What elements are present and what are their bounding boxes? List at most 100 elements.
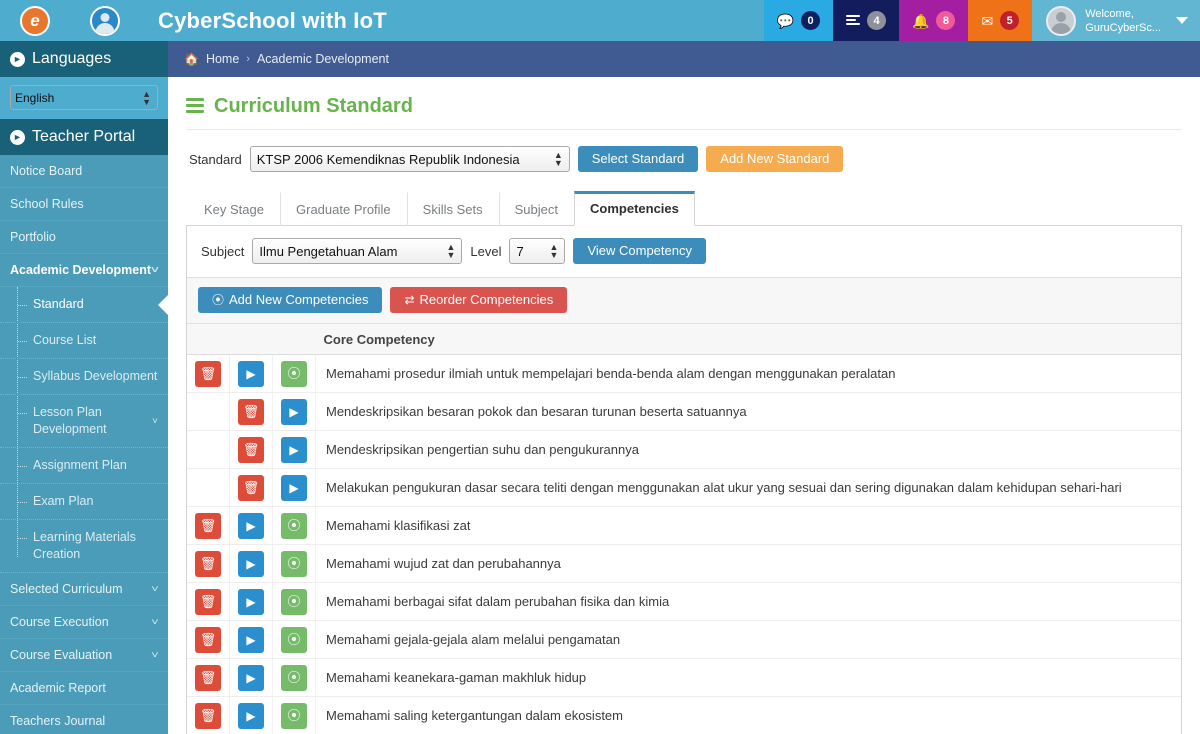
sidebar-subitem-standard[interactable]: Standard: [0, 287, 168, 323]
add-new-competencies-button[interactable]: ⦿ Add New Competencies: [198, 287, 383, 313]
notifications-badge-button[interactable]: 🔔 8: [899, 0, 969, 41]
trash-icon[interactable]: 🗑: [195, 550, 221, 577]
tab-subject[interactable]: Subject: [498, 192, 574, 226]
play-icon[interactable]: ▶: [238, 550, 264, 577]
play-icon[interactable]: ▶: [281, 474, 307, 501]
subject-label: Subject: [201, 243, 245, 259]
trash-icon[interactable]: 🗑: [195, 360, 221, 387]
language-select[interactable]: English: [10, 85, 158, 110]
subject-select[interactable]: Ilmu Pengetahuan Alam: [252, 238, 463, 264]
play-icon[interactable]: ▶: [281, 398, 307, 425]
messages-badge-button[interactable]: ✉ 5: [968, 0, 1033, 41]
plus-circle-icon[interactable]: ⦿: [281, 550, 307, 577]
sidebar-item-portfolio[interactable]: Portfolio: [0, 221, 168, 254]
breadcrumb-home-link[interactable]: Home: [206, 52, 239, 66]
sidebar-subitem-label: Lesson Plan Development: [33, 405, 107, 436]
sidebar-submenu: Standard Course List Syllabus Developmen…: [0, 287, 168, 573]
user-menu[interactable]: Welcome, GuruCyberSc...: [1032, 0, 1200, 41]
table-header-row: Core Competency: [187, 323, 1181, 355]
tab-graduate-profile[interactable]: Graduate Profile: [280, 192, 407, 226]
welcome-label: Welcome,: [1085, 7, 1134, 20]
sidebar-languages-header: ► Languages: [0, 41, 168, 77]
sidebar-item-label: Selected Curriculum: [10, 582, 123, 596]
competency-filter-row: Subject Ilmu Pengetahuan Alam ▲ ▼ Level 7…: [187, 226, 1181, 277]
trash-icon[interactable]: 🗑: [195, 588, 221, 615]
table-row: 🗑 ▶ ⦿ Memahami saling ketergantungan dal…: [187, 696, 1181, 734]
play-icon[interactable]: ▶: [238, 664, 264, 691]
brand-logo[interactable]: e: [0, 5, 70, 36]
add-new-standard-button[interactable]: Add New Standard: [706, 146, 844, 172]
e-logo-icon: e: [20, 5, 50, 36]
plus-circle-icon[interactable]: ⦿: [281, 512, 307, 539]
sidebar-item-course-execution[interactable]: Course Execution ˅: [0, 606, 168, 639]
sidebar-subitem-lesson-plan-development[interactable]: Lesson Plan Development ˅: [0, 395, 168, 448]
competency-text: Mendeskripsikan besaran pokok dan besara…: [315, 392, 1181, 431]
col-action-2: [229, 323, 273, 355]
sidebar-item-selected-curriculum[interactable]: Selected Curriculum ˅: [0, 573, 168, 606]
sidebar-item-label: Academic Report: [10, 681, 106, 695]
trash-icon[interactable]: 🗑: [238, 436, 264, 463]
tab-bar: Key Stage Graduate Profile Skills Sets S…: [186, 191, 1182, 226]
competency-text: Memahami berbagai sifat dalam perubahan …: [315, 582, 1181, 621]
play-icon[interactable]: ▶: [238, 588, 264, 615]
sidebar-item-label: Academic Development: [10, 263, 152, 277]
application-root: e CyberSchool with IoT 💬 0 4 🔔 8 ✉ 5 Wel…: [0, 0, 1200, 734]
plus-circle-icon[interactable]: ⦿: [281, 702, 307, 729]
trash-icon[interactable]: 🗑: [195, 664, 221, 691]
level-select[interactable]: 7: [509, 238, 566, 264]
sidebar-subitem-assignment-plan[interactable]: Assignment Plan: [0, 448, 168, 484]
sidebar-item-school-rules[interactable]: School Rules: [0, 188, 168, 221]
portal-title: Teacher Portal: [32, 128, 136, 145]
play-icon[interactable]: ▶: [281, 436, 307, 463]
sidebar-portal-header: ► Teacher Portal: [0, 119, 168, 155]
play-icon[interactable]: ▶: [238, 702, 264, 729]
sidebar-item-notice-board[interactable]: Notice Board: [0, 155, 168, 188]
reorder-competencies-button[interactable]: ⇄ Reorder Competencies: [390, 287, 568, 313]
sidebar-item-label: Portfolio: [10, 230, 56, 244]
top-header: e CyberSchool with IoT 💬 0 4 🔔 8 ✉ 5 Wel…: [0, 0, 1200, 41]
chat-badge-button[interactable]: 💬 0: [763, 0, 834, 41]
home-icon: 🏠: [184, 52, 199, 66]
play-icon[interactable]: ▶: [238, 360, 264, 387]
sidebar-item-academic-development[interactable]: Academic Development ˅: [0, 254, 168, 287]
caret-down-icon[interactable]: [1176, 17, 1188, 24]
tab-competencies[interactable]: Competencies: [574, 191, 695, 226]
trash-icon[interactable]: 🗑: [195, 702, 221, 729]
col-action-1: [187, 323, 230, 355]
tab-skills-sets[interactable]: Skills Sets: [406, 192, 499, 226]
play-icon[interactable]: ▶: [238, 512, 264, 539]
trash-icon[interactable]: 🗑: [195, 512, 221, 539]
tasks-badge-button[interactable]: 4: [833, 0, 900, 41]
sidebar-subitem-course-list[interactable]: Course List: [0, 323, 168, 359]
sidebar-subitem-learning-materials-creation[interactable]: Learning Materials Creation: [0, 520, 168, 573]
plus-circle-icon[interactable]: ⦿: [281, 588, 307, 615]
notifications-count: 8: [936, 11, 956, 30]
user-circle-logo[interactable]: [70, 5, 140, 36]
plus-circle-icon[interactable]: ⦿: [281, 664, 307, 691]
chevron-right-circle-icon: ►: [10, 129, 25, 145]
play-icon[interactable]: ▶: [238, 626, 264, 653]
trash-icon[interactable]: 🗑: [238, 474, 264, 501]
plus-circle-icon[interactable]: ⦿: [281, 360, 307, 387]
standard-select[interactable]: KTSP 2006 Kemendiknas Republik Indonesia: [249, 146, 570, 172]
tab-key-stage[interactable]: Key Stage: [188, 192, 280, 226]
competencies-table: Core Competency 🗑 ▶ ⦿ Memahami prosedur …: [187, 323, 1181, 734]
view-competency-button[interactable]: View Competency: [573, 238, 706, 264]
select-standard-button[interactable]: Select Standard: [577, 146, 699, 172]
col-core-competency: Core Competency: [315, 323, 1181, 355]
sidebar-item-teachers-journal[interactable]: Teachers Journal: [0, 705, 168, 734]
chevron-down-icon: ˅: [151, 583, 159, 595]
sidebar-item-academic-report[interactable]: Academic Report: [0, 672, 168, 705]
sidebar-subitem-syllabus-development[interactable]: Syllabus Development: [0, 359, 168, 395]
table-row: 🗑 ▶ ⦿ Memahami prosedur ilmiah untuk mem…: [187, 354, 1181, 393]
trash-icon[interactable]: 🗑: [238, 398, 264, 425]
chevron-down-icon: ˅: [151, 616, 159, 628]
competency-text: Memahami wujud zat dan perubahannya: [315, 544, 1181, 583]
sidebar-subitem-exam-plan[interactable]: Exam Plan: [0, 484, 168, 520]
sidebar-item-course-evaluation[interactable]: Course Evaluation ˅: [0, 639, 168, 672]
table-row: 🗑 ▶ Mendeskripsikan pengertian suhu dan …: [187, 430, 1181, 469]
table-row: 🗑 ▶ ⦿ Memahami keanekara-gaman makhluk h…: [187, 658, 1181, 697]
language-selector-wrap: English ▲ ▼: [0, 77, 168, 119]
trash-icon[interactable]: 🗑: [195, 626, 221, 653]
plus-circle-icon[interactable]: ⦿: [281, 626, 307, 653]
